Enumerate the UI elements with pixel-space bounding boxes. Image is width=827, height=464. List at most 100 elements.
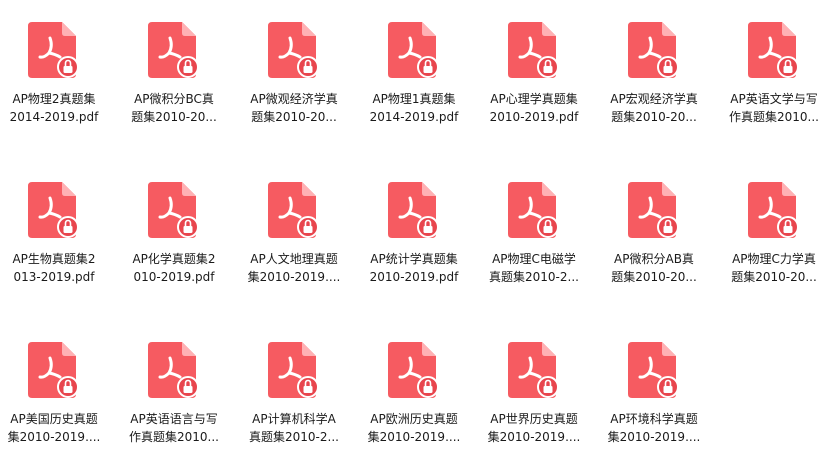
pdf-file-icon [148,20,200,80]
file-name: AP心理学真题集 2010-2019.pdf [484,90,584,126]
pdf-file-icon [748,20,800,80]
pdf-file-icon [388,180,440,240]
file-name: AP英语语言与写 作真题集2010... [124,410,224,446]
pdf-file-icon [268,20,320,80]
pdf-file-icon [508,180,560,240]
file-name-line-2: 2014-2019.pdf [369,110,459,124]
file-name-line-1: AP生物真题集2 [12,252,96,266]
file-name-line-2: 真题集2010-2... [249,430,339,444]
file-name: AP环境科学真题 集2010-2019.... [604,410,704,446]
pdf-file-icon [148,180,200,240]
file-name-line-1: AP微积分AB真 [614,252,694,266]
file-name: AP人文地理真题 集2010-2019.... [244,250,344,286]
pdf-file-icon [28,180,80,240]
file-item[interactable]: AP美国历史真题 集2010-2019.... [0,320,108,460]
file-item[interactable]: AP心理学真题集 2010-2019.pdf [480,0,588,140]
file-name-line-2: 2010-2019.pdf [369,270,459,284]
file-name: AP物理C电磁学 真题集2010-2... [484,250,584,286]
file-name-line-1: AP英语语言与写 [130,412,218,426]
file-item[interactable]: AP计算机科学A 真题集2010-2... [240,320,348,460]
pdf-file-icon [628,180,680,240]
file-item[interactable]: AP物理2真题集 2014-2019.pdf [0,0,108,140]
file-name: AP微积分AB真 题集2010-20... [604,250,704,286]
pdf-file-icon [268,180,320,240]
file-name: AP美国历史真题 集2010-2019.... [4,410,104,446]
file-item[interactable]: AP英语语言与写 作真题集2010... [120,320,228,460]
file-name-line-1: AP计算机科学A [252,412,336,426]
pdf-file-icon [148,340,200,400]
file-name: AP世界历史真题 集2010-2019.... [484,410,584,446]
pdf-file-icon [628,340,680,400]
file-name-line-1: AP美国历史真题 [10,412,98,426]
file-name-line-2: 真题集2010-2... [489,270,579,284]
file-item[interactable]: AP环境科学真题 集2010-2019.... [600,320,708,460]
file-name: AP统计学真题集 2010-2019.pdf [364,250,464,286]
file-name-line-2: 集2010-2019.... [487,430,581,444]
file-item[interactable]: AP物理1真题集 2014-2019.pdf [360,0,468,140]
file-name-line-2: 作真题集2010... [729,110,819,124]
file-name-line-1: AP统计学真题集 [370,252,458,266]
file-item[interactable]: AP宏观经济学真 题集2010-20... [600,0,708,140]
file-name-line-2: 010-2019.pdf [133,270,215,284]
file-item[interactable]: AP人文地理真题 集2010-2019.... [240,160,348,300]
pdf-file-icon [508,20,560,80]
file-name-line-2: 集2010-2019.... [7,430,101,444]
pdf-file-icon [268,340,320,400]
file-name-line-1: AP物理2真题集 [12,92,96,106]
file-name-line-2: 集2010-2019.... [607,430,701,444]
file-name: AP物理2真题集 2014-2019.pdf [4,90,104,126]
file-name-line-1: AP宏观经济学真 [610,92,698,106]
file-name: AP微积分BC真 题集2010-20... [124,90,224,126]
pdf-file-icon [28,20,80,80]
file-name: AP物理C力学真 题集2010-20... [724,250,824,286]
pdf-file-icon [748,180,800,240]
file-item[interactable]: AP微积分AB真 题集2010-20... [600,160,708,300]
file-name-line-2: 题集2010-20... [611,110,697,124]
file-name: AP物理1真题集 2014-2019.pdf [364,90,464,126]
file-name-line-1: AP世界历史真题 [490,412,578,426]
file-name-line-2: 题集2010-20... [251,110,337,124]
file-item[interactable]: AP欧洲历史真题 集2010-2019.... [360,320,468,460]
file-name-line-2: 作真题集2010... [129,430,219,444]
file-grid: AP物理2真题集 2014-2019.pdf AP微积分BC真 题集2010-2… [0,0,827,464]
file-name-line-2: 013-2019.pdf [13,270,95,284]
file-item[interactable]: AP英语文学与写 作真题集2010... [720,0,827,140]
file-item[interactable]: AP生物真题集2 013-2019.pdf [0,160,108,300]
pdf-file-icon [388,340,440,400]
file-name-line-2: 题集2010-20... [611,270,697,284]
pdf-file-icon [508,340,560,400]
file-item[interactable]: AP微观经济学真 题集2010-20... [240,0,348,140]
file-name-line-2: 2014-2019.pdf [9,110,99,124]
file-name-line-1: AP心理学真题集 [490,92,578,106]
file-name-line-2: 题集2010-20... [131,110,217,124]
file-name-line-2: 集2010-2019.... [247,270,341,284]
file-name: AP宏观经济学真 题集2010-20... [604,90,704,126]
file-name-line-1: AP化学真题集2 [132,252,216,266]
file-name-line-1: AP物理1真题集 [372,92,456,106]
file-item[interactable]: AP微积分BC真 题集2010-20... [120,0,228,140]
file-name: AP化学真题集2 010-2019.pdf [124,250,224,286]
file-item[interactable]: AP统计学真题集 2010-2019.pdf [360,160,468,300]
file-name: AP欧洲历史真题 集2010-2019.... [364,410,464,446]
file-item[interactable]: AP物理C电磁学 真题集2010-2... [480,160,588,300]
file-name-line-1: AP物理C力学真 [732,252,816,266]
file-name-line-1: AP欧洲历史真题 [370,412,458,426]
file-name-line-1: AP环境科学真题 [610,412,698,426]
file-name-line-2: 2010-2019.pdf [489,110,579,124]
file-item[interactable]: AP世界历史真题 集2010-2019.... [480,320,588,460]
file-name: AP计算机科学A 真题集2010-2... [244,410,344,446]
pdf-file-icon [28,340,80,400]
file-item[interactable]: AP物理C力学真 题集2010-20... [720,160,827,300]
file-name: AP生物真题集2 013-2019.pdf [4,250,104,286]
pdf-file-icon [388,20,440,80]
file-name: AP英语文学与写 作真题集2010... [724,90,824,126]
file-name-line-2: 集2010-2019.... [367,430,461,444]
file-name-line-1: AP微积分BC真 [134,92,214,106]
file-name-line-1: AP物理C电磁学 [492,252,576,266]
file-name-line-1: AP英语文学与写 [730,92,818,106]
file-name-line-2: 题集2010-20... [731,270,817,284]
pdf-file-icon [628,20,680,80]
file-name-line-1: AP人文地理真题 [250,252,338,266]
file-item[interactable]: AP化学真题集2 010-2019.pdf [120,160,228,300]
file-name-line-1: AP微观经济学真 [250,92,338,106]
